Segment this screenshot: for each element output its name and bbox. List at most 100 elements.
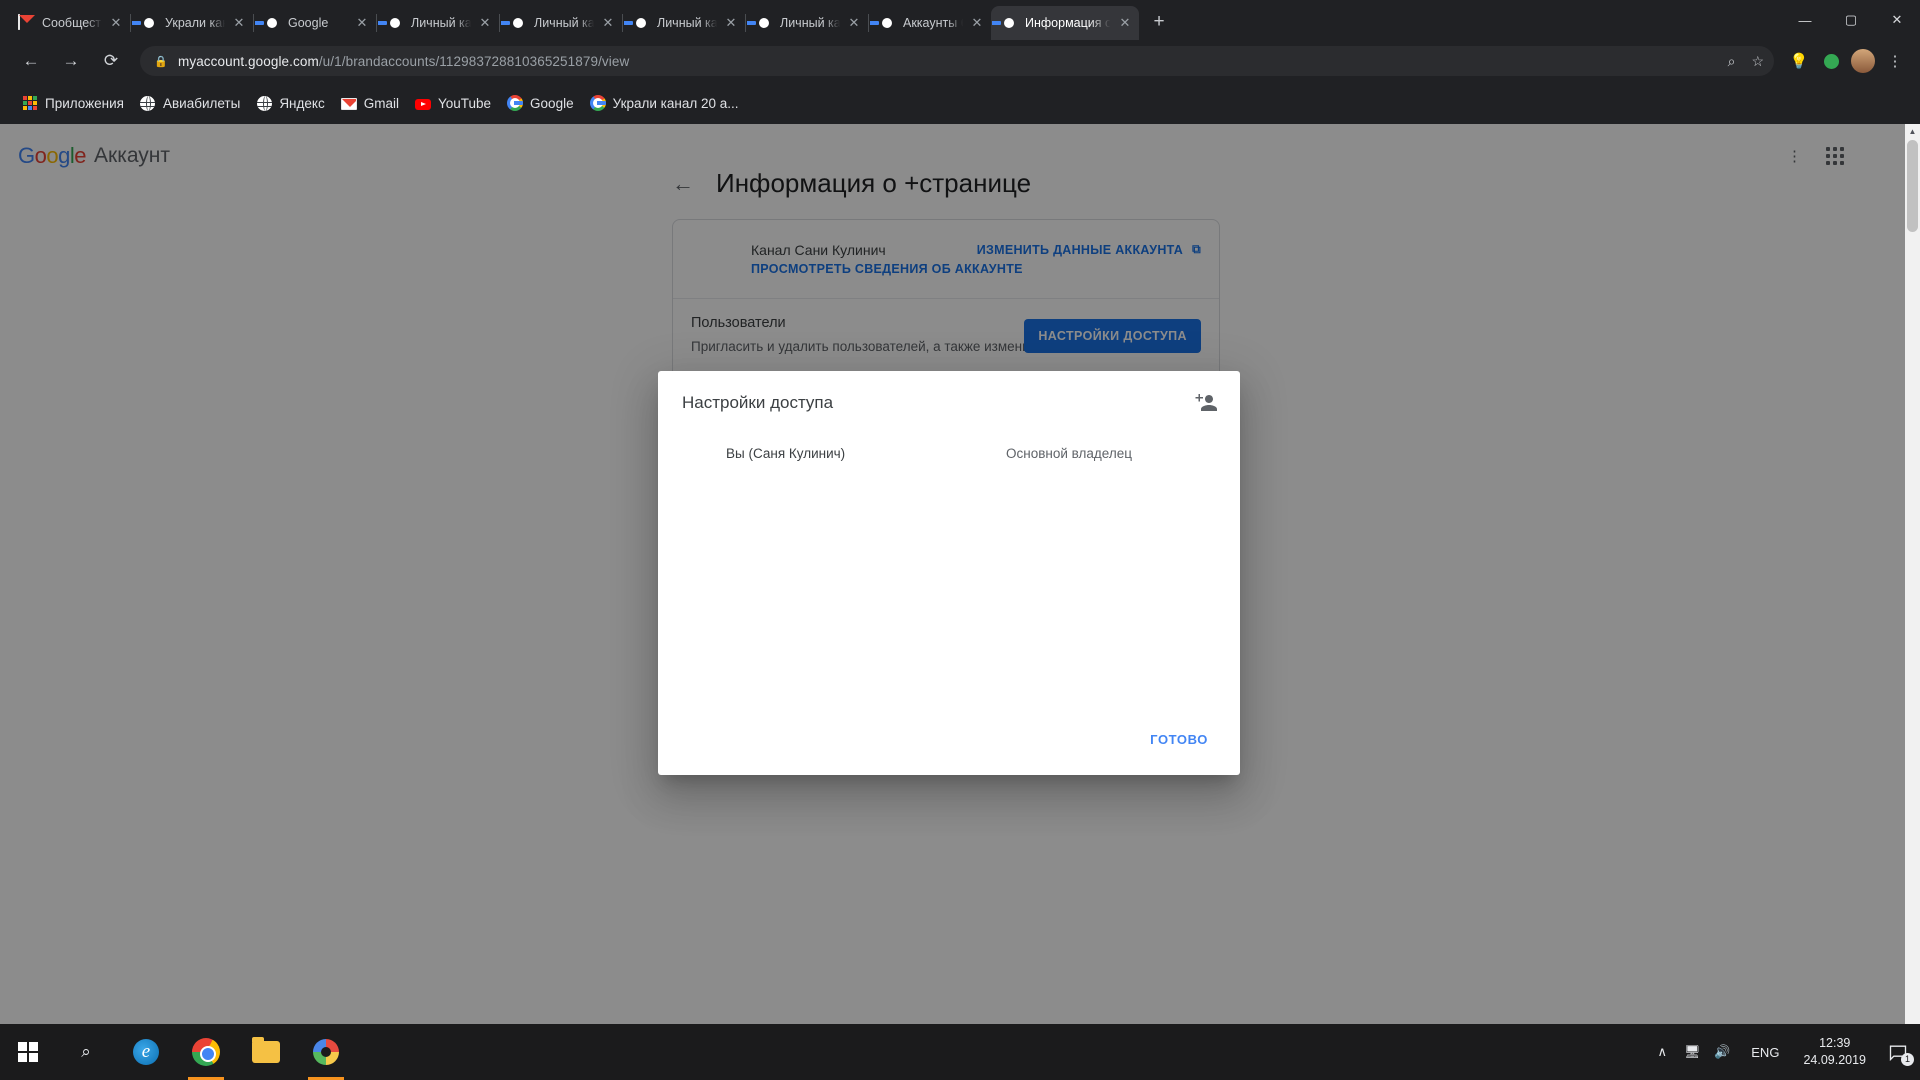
windows-taskbar: ⌕ ∧ 🖥 🔊 ENG 12:39 24.09.2019 1 — [0, 1024, 1920, 1080]
gmail-icon — [340, 95, 357, 111]
apps-grid-icon — [22, 95, 38, 111]
url-path: /u/1/brandaccounts/112983728810365251879… — [318, 53, 630, 69]
tab-title: Сообщество "... — [42, 16, 104, 30]
close-icon[interactable]: ✕ — [108, 15, 124, 31]
member-role: Основной владелец — [1006, 445, 1132, 461]
google-icon — [510, 15, 526, 31]
forward-button[interactable]: → — [54, 44, 88, 78]
system-tray: ∧ 🖥 🔊 ENG 12:39 24.09.2019 1 — [1647, 1024, 1920, 1080]
taskbar-search-icon[interactable]: ⌕ — [56, 1024, 116, 1080]
permissions-dialog: Настройки доступа Вы (Саня Кулинич) Осно… — [658, 371, 1240, 775]
close-icon[interactable]: ✕ — [354, 15, 370, 31]
browser-menu-icon[interactable]: ⋮ — [1880, 46, 1910, 76]
browser-tab-5[interactable]: Личный кабин... ✕ — [623, 6, 745, 40]
page-content: Google Аккаунт ⋮ ← Информация о +страниц… — [0, 124, 1920, 1080]
extension-bulb-icon[interactable]: 💡 — [1784, 46, 1814, 76]
browser-tab-0[interactable]: Сообщество "... ✕ — [8, 6, 130, 40]
google-icon — [141, 15, 157, 31]
close-icon[interactable]: ✕ — [1117, 15, 1133, 31]
member-avatar — [682, 439, 710, 467]
monitor-icon[interactable]: 🖥 — [1677, 1024, 1707, 1080]
google-icon — [1001, 15, 1017, 31]
maximize-button[interactable]: ▢ — [1828, 0, 1874, 40]
dialog-body: Вы (Саня Кулинич) Основной владелец — [658, 423, 1240, 722]
tab-title: Google — [288, 16, 329, 30]
globe-icon — [256, 95, 272, 111]
taskbar-explorer-icon[interactable] — [236, 1024, 296, 1080]
tab-title: Информация о... — [1025, 16, 1113, 30]
bookmark-label: Приложения — [45, 95, 124, 111]
reload-button[interactable]: ⟳ — [94, 44, 128, 78]
dialog-footer: ГОТОВО — [658, 722, 1240, 775]
notification-icon[interactable]: 1 — [1876, 1024, 1920, 1080]
taskbar-edge-icon[interactable] — [116, 1024, 176, 1080]
windows-start-icon[interactable] — [0, 1024, 56, 1080]
browser-tab-8-active[interactable]: Информация о... ✕ — [991, 6, 1139, 40]
taskbar-paint-icon[interactable] — [296, 1024, 356, 1080]
extension-green-icon[interactable] — [1816, 46, 1846, 76]
bookmarks-bar: Приложения Авиабилеты Яндекс Gmail YouTu… — [0, 82, 1920, 124]
close-window-button[interactable]: ✕ — [1874, 0, 1920, 40]
bookmark-label: YouTube — [437, 95, 492, 111]
scrollbar-thumb[interactable] — [1907, 140, 1918, 232]
bookmark-yandex[interactable]: Яндекс — [248, 89, 332, 117]
tab-title: Личный кабин... — [657, 16, 719, 30]
close-icon[interactable]: ✕ — [477, 15, 493, 31]
globe-icon — [140, 95, 156, 111]
minimize-button[interactable]: — — [1782, 0, 1828, 40]
notification-count: 1 — [1901, 1053, 1914, 1066]
clock[interactable]: 12:39 24.09.2019 — [1793, 1035, 1876, 1069]
browser-tab-1[interactable]: Украли канал 2... ✕ — [131, 6, 253, 40]
bookmark-apps[interactable]: Приложения — [14, 89, 132, 117]
browser-tab-4[interactable]: Личный кабин... ✕ — [500, 6, 622, 40]
youtube-icon — [414, 95, 431, 111]
member-row: Вы (Саня Кулинич) Основной владелец — [682, 439, 1216, 467]
star-icon[interactable]: ☆ — [1751, 53, 1764, 70]
language-indicator[interactable]: ENG — [1737, 1045, 1793, 1060]
scroll-up-arrow[interactable]: ▲ — [1905, 124, 1920, 139]
google-icon — [589, 95, 606, 111]
bookmark-google[interactable]: Google — [499, 89, 582, 117]
google-icon — [879, 15, 895, 31]
gmail-icon — [18, 14, 34, 31]
page-scrollbar[interactable]: ▲ ▼ — [1905, 124, 1920, 1080]
browser-tab-6[interactable]: Личный кабин... ✕ — [746, 6, 868, 40]
url-domain: myaccount.google.com — [178, 53, 319, 69]
address-bar[interactable]: 🔒 myaccount.google.com/u/1/brandaccounts… — [140, 46, 1774, 76]
dialog-title: Настройки доступа — [682, 393, 834, 412]
person-add-icon[interactable] — [1194, 391, 1218, 415]
browser-tab-3[interactable]: Личный кабин... ✕ — [377, 6, 499, 40]
clock-date: 24.09.2019 — [1803, 1053, 1866, 1067]
bookmark-ukrali-kanal[interactable]: Украли канал 20 а... — [582, 89, 747, 117]
url-text: myaccount.google.com/u/1/brandaccounts/1… — [178, 54, 629, 69]
new-tab-button[interactable]: + — [1145, 9, 1173, 37]
volume-icon[interactable]: 🔊 — [1707, 1024, 1737, 1080]
google-icon — [264, 15, 280, 31]
browser-tab-2[interactable]: Google ✕ — [254, 6, 376, 40]
bookmark-label: Gmail — [363, 95, 399, 111]
close-icon[interactable]: ✕ — [723, 15, 739, 31]
back-button[interactable]: ← — [14, 44, 48, 78]
bookmark-aviabilety[interactable]: Авиабилеты — [132, 89, 248, 117]
tab-title: Личный кабин... — [780, 16, 842, 30]
search-icon[interactable]: ⌕ — [1728, 53, 1736, 70]
profile-avatar-button[interactable] — [1848, 46, 1878, 76]
close-icon[interactable]: ✕ — [846, 15, 862, 31]
browser-chrome: Сообщество "... ✕ Украли канал 2... ✕ Go… — [0, 0, 1920, 124]
chevron-up-icon[interactable]: ∧ — [1647, 1024, 1677, 1080]
bookmark-label: Яндекс — [279, 95, 325, 111]
bookmark-youtube[interactable]: YouTube — [407, 89, 499, 117]
bookmark-label: Авиабилеты — [162, 95, 241, 111]
close-icon[interactable]: ✕ — [600, 15, 616, 31]
browser-tab-7[interactable]: Аккаунты брен... ✕ — [869, 6, 991, 40]
bookmark-gmail[interactable]: Gmail — [333, 89, 407, 117]
close-icon[interactable]: ✕ — [231, 15, 247, 31]
member-name: Вы (Саня Кулинич) — [726, 445, 846, 461]
taskbar-chrome-icon[interactable] — [176, 1024, 236, 1080]
close-icon[interactable]: ✕ — [969, 15, 985, 31]
google-icon — [756, 15, 772, 31]
google-icon — [507, 95, 524, 111]
google-icon — [633, 15, 649, 31]
lock-icon: 🔒 — [154, 55, 168, 68]
done-button[interactable]: ГОТОВО — [1140, 722, 1218, 757]
